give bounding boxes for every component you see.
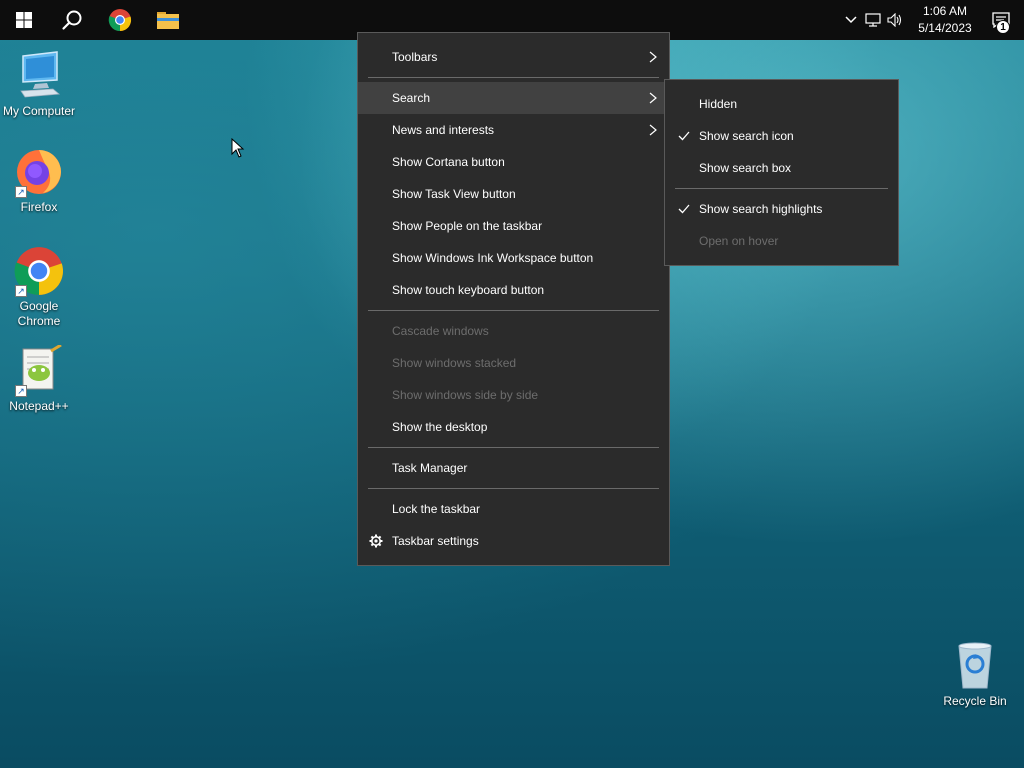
submenu-item-open-on-hover: Open on hover xyxy=(665,225,898,257)
menu-item-search[interactable]: Search xyxy=(358,82,669,114)
taskbar-context-menu: Toolbars Search News and interests Show … xyxy=(357,32,670,566)
taskbar-file-explorer-button[interactable] xyxy=(144,0,192,40)
network-button[interactable] xyxy=(862,0,884,40)
menu-item-label: Taskbar settings xyxy=(392,534,479,548)
menu-item-label: Show the desktop xyxy=(392,420,488,434)
clock-time: 1:06 AM xyxy=(922,4,968,18)
menu-item-cascade-windows: Cascade windows xyxy=(358,315,669,347)
chevron-right-icon xyxy=(649,92,657,104)
desktop-icon-label: My Computer xyxy=(2,104,76,118)
menu-item-label: Show Cortana button xyxy=(392,155,505,169)
submenu-item-show-search-highlights[interactable]: Show search highlights xyxy=(665,193,898,225)
menu-item-label: Task Manager xyxy=(392,461,468,475)
recycle-bin-icon xyxy=(949,640,1001,692)
checkmark-icon xyxy=(678,204,690,214)
desktop-icon-google-chrome[interactable]: ↗ Google Chrome xyxy=(0,245,78,329)
clock-date: 5/14/2023 xyxy=(918,21,972,35)
menu-item-label: Toolbars xyxy=(392,50,438,64)
submenu-item-hidden[interactable]: Hidden xyxy=(665,88,898,120)
menu-item-label: News and interests xyxy=(392,123,495,137)
menu-item-label: Lock the taskbar xyxy=(392,502,481,516)
speaker-icon xyxy=(887,13,902,27)
folder-icon xyxy=(157,12,179,29)
show-hidden-icons-button[interactable] xyxy=(840,0,862,40)
menu-item-show-touch-keyboard[interactable]: Show touch keyboard button xyxy=(358,274,669,306)
action-center-button[interactable]: 1 xyxy=(978,0,1024,40)
firefox-icon: ↗ xyxy=(13,146,65,198)
desktop-icon-my-computer[interactable]: My Computer xyxy=(0,50,78,119)
menu-item-label: Cascade windows xyxy=(392,324,489,338)
menu-item-show-task-view-button[interactable]: Show Task View button xyxy=(358,178,669,210)
submenu-item-label: Show search highlights xyxy=(699,202,823,216)
menu-item-label: Show People on the taskbar xyxy=(392,219,543,233)
submenu-item-label: Show search icon xyxy=(699,129,794,143)
menu-item-lock-the-taskbar[interactable]: Lock the taskbar xyxy=(358,493,669,525)
windows-logo-icon xyxy=(16,12,32,28)
desktop-icon-recycle-bin[interactable]: Recycle Bin xyxy=(936,640,1014,709)
network-icon xyxy=(865,13,881,27)
mouse-cursor-icon xyxy=(231,138,245,158)
system-tray: 1:06 AM 5/14/2023 1 xyxy=(840,0,1024,40)
menu-item-label: Show touch keyboard button xyxy=(392,283,545,297)
menu-item-taskbar-settings[interactable]: Taskbar settings xyxy=(358,525,669,557)
submenu-item-label: Hidden xyxy=(699,97,738,111)
desktop-icon-firefox[interactable]: ↗ Firefox xyxy=(0,146,78,215)
desktop-icon-label: Google Chrome xyxy=(17,299,61,328)
menu-separator xyxy=(368,77,659,78)
clock[interactable]: 1:06 AM 5/14/2023 xyxy=(912,3,978,37)
submenu-item-label: Show search box xyxy=(699,161,792,175)
chevron-up-icon xyxy=(845,16,857,24)
start-button[interactable] xyxy=(0,0,48,40)
shortcut-arrow-icon: ↗ xyxy=(15,285,27,297)
menu-item-show-people[interactable]: Show People on the taskbar xyxy=(358,210,669,242)
menu-item-show-windows-side-by-side: Show windows side by side xyxy=(358,379,669,411)
submenu-item-label: Open on hover xyxy=(699,234,779,248)
search-icon xyxy=(62,10,82,30)
shortcut-arrow-icon: ↗ xyxy=(15,385,27,397)
menu-item-label: Show windows side by side xyxy=(392,388,539,402)
menu-item-label: Show Task View button xyxy=(392,187,516,201)
chrome-icon: ↗ xyxy=(13,245,65,297)
menu-item-task-manager[interactable]: Task Manager xyxy=(358,452,669,484)
search-button[interactable] xyxy=(48,0,96,40)
shortcut-arrow-icon: ↗ xyxy=(15,186,27,198)
desktop-icon-label: Firefox xyxy=(20,200,58,214)
menu-item-news-and-interests[interactable]: News and interests xyxy=(358,114,669,146)
menu-separator xyxy=(368,447,659,448)
menu-separator xyxy=(368,488,659,489)
menu-item-label: Search xyxy=(392,91,431,105)
chevron-right-icon xyxy=(649,51,657,63)
notification-count-badge: 1 xyxy=(996,20,1010,34)
submenu-item-show-search-icon[interactable]: Show search icon xyxy=(665,120,898,152)
computer-icon xyxy=(13,50,65,102)
menu-item-show-windows-ink[interactable]: Show Windows Ink Workspace button xyxy=(358,242,669,274)
gear-icon xyxy=(369,534,383,548)
chevron-right-icon xyxy=(649,124,657,136)
menu-item-show-the-desktop[interactable]: Show the desktop xyxy=(358,411,669,443)
menu-item-label: Show windows stacked xyxy=(392,356,517,370)
menu-item-show-cortana-button[interactable]: Show Cortana button xyxy=(358,146,669,178)
desktop-icon-label: Recycle Bin xyxy=(943,694,1007,708)
menu-item-show-windows-stacked: Show windows stacked xyxy=(358,347,669,379)
checkmark-icon xyxy=(678,131,690,141)
menu-item-label: Show Windows Ink Workspace button xyxy=(392,251,594,265)
volume-button[interactable] xyxy=(884,0,906,40)
taskbar-chrome-button[interactable] xyxy=(96,0,144,40)
chrome-icon xyxy=(108,9,132,32)
search-submenu: Hidden Show search icon Show search box … xyxy=(664,79,899,266)
desktop-icon-label: Notepad++ xyxy=(9,399,69,413)
desktop-icon-notepad-plus-plus[interactable]: ↗ Notepad++ xyxy=(0,343,78,414)
submenu-item-show-search-box[interactable]: Show search box xyxy=(665,152,898,184)
notepad-plus-plus-icon: ↗ xyxy=(13,343,65,397)
menu-separator xyxy=(368,310,659,311)
menu-separator xyxy=(675,188,888,189)
menu-item-toolbars[interactable]: Toolbars xyxy=(358,41,669,73)
